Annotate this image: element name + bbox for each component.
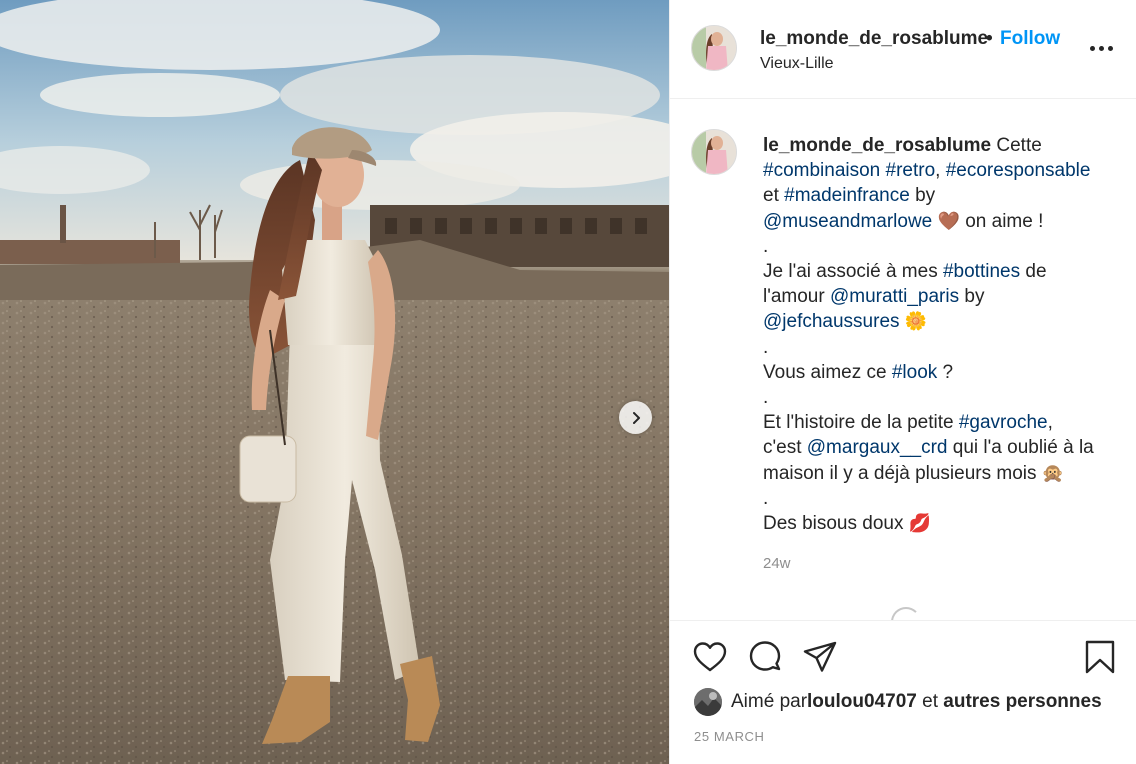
post-actions: Aimé par loulou04707 et autres personnes… bbox=[670, 620, 1136, 764]
share-button[interactable] bbox=[802, 639, 838, 675]
caption-fragment: . Des bisous doux bbox=[763, 487, 904, 535]
post-date[interactable]: 25 MARCH bbox=[694, 729, 765, 744]
caption-fragment: , bbox=[935, 160, 946, 182]
save-button[interactable] bbox=[1082, 639, 1118, 675]
send-icon bbox=[803, 641, 837, 672]
likes-prefix: Aimé par bbox=[731, 691, 808, 712]
mention-link[interactable]: @margaux__crd bbox=[807, 437, 948, 458]
post-photo[interactable] bbox=[0, 0, 669, 764]
comments-section[interactable]: le_monde_de_rosablume Cette #combinaison… bbox=[670, 100, 1136, 620]
avatar-image bbox=[692, 26, 736, 70]
post-header: le_monde_de_rosablume • Follow Vieux-Lil… bbox=[670, 0, 1136, 99]
emoji: 🙊 bbox=[1041, 462, 1065, 484]
photo-scene bbox=[0, 0, 669, 764]
likes-others-link[interactable]: autres personnes bbox=[943, 691, 1101, 713]
hashtag-link[interactable]: #look bbox=[892, 362, 937, 383]
author-avatar[interactable] bbox=[691, 25, 737, 71]
hashtag-link[interactable]: #ecoresponsable bbox=[946, 160, 1091, 181]
caption-username[interactable]: le_monde_de_rosablume bbox=[763, 135, 991, 156]
separator-dot: • bbox=[986, 28, 993, 49]
mention-link[interactable]: @museandmarlowe bbox=[763, 211, 932, 232]
more-dot bbox=[1099, 45, 1104, 51]
mention-link[interactable]: @muratti_paris bbox=[830, 286, 959, 307]
mention-link[interactable]: @jefchaussures bbox=[763, 311, 900, 332]
more-horizontal-icon bbox=[1090, 45, 1095, 51]
hashtag-link[interactable]: #bottines bbox=[943, 261, 1020, 282]
emoji: 🌼 bbox=[904, 311, 928, 333]
hashtag-link[interactable]: #retro bbox=[886, 160, 936, 181]
likes-summary: Aimé par loulou04707 et autres personnes bbox=[694, 688, 1102, 716]
author-username[interactable]: le_monde_de_rosablume bbox=[760, 28, 988, 50]
bookmark-icon bbox=[1085, 640, 1115, 674]
caption-fragment: . Vous aimez ce bbox=[763, 336, 887, 383]
caption-fragment: et bbox=[763, 185, 779, 207]
avatar-image bbox=[692, 130, 736, 174]
avatar-image bbox=[694, 688, 722, 716]
hashtag-link[interactable]: #combinaison bbox=[763, 160, 880, 181]
caption-author-avatar[interactable] bbox=[691, 129, 737, 175]
post-caption: le_monde_de_rosablume Cette #combinaison… bbox=[763, 133, 1113, 536]
follow-button[interactable]: Follow bbox=[1000, 28, 1060, 50]
hashtag-link[interactable]: #madeinfrance bbox=[784, 185, 910, 206]
likes-middle: et bbox=[916, 691, 944, 712]
caption-text: Cette #combinaison #retro, #ecoresponsab… bbox=[763, 135, 1094, 534]
emoji: 💋 bbox=[908, 513, 932, 535]
like-button[interactable] bbox=[692, 639, 728, 675]
heart-icon bbox=[693, 642, 727, 672]
more-options-button[interactable] bbox=[1090, 38, 1120, 58]
caption-age[interactable]: 24w bbox=[763, 555, 791, 572]
comment-icon bbox=[749, 641, 781, 671]
caption-fragment: by bbox=[964, 286, 985, 308]
next-image-button[interactable] bbox=[619, 401, 652, 434]
liker-avatar[interactable] bbox=[694, 688, 722, 716]
post-sidebar: le_monde_de_rosablume • Follow Vieux-Lil… bbox=[669, 0, 1136, 764]
chevron-right-icon bbox=[632, 411, 640, 424]
caption-fragment: by bbox=[915, 185, 936, 207]
caption-fragment: Cette bbox=[996, 135, 1042, 156]
post-location[interactable]: Vieux-Lille bbox=[760, 55, 834, 73]
hashtag-link[interactable]: #gavroche bbox=[959, 412, 1048, 433]
more-dot bbox=[1108, 45, 1113, 51]
loading-spinner bbox=[891, 607, 921, 620]
comment-button[interactable] bbox=[747, 639, 783, 675]
liker-username[interactable]: loulou04707 bbox=[807, 691, 917, 713]
emoji: 🤎 bbox=[937, 210, 960, 232]
